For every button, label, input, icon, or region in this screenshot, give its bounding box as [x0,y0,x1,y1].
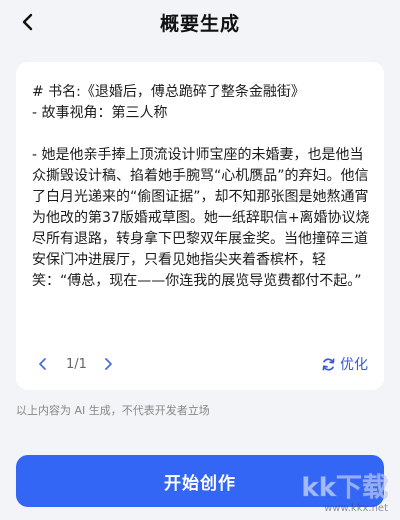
next-page-button[interactable] [97,353,119,375]
prev-page-button[interactable] [32,353,54,375]
optimize-button[interactable]: 优化 [321,354,368,374]
page-title: 概要生成 [159,12,240,35]
summary-text: # 书名:《退婚后，傅总跪碎了整条金融街》 - 故事视角：第三人称 - 她是他亲… [32,84,370,289]
refresh-icon [322,357,335,371]
chevron-right-icon [105,358,112,370]
chevron-left-icon [39,358,46,370]
chevron-left-icon [22,13,33,31]
pager: 1/1 [32,353,119,375]
back-button[interactable] [14,8,42,36]
ai-disclaimer: 以上内容为 AI 生成，不代表开发者立场 [16,404,210,417]
page-indicator: 1/1 [66,356,87,372]
card-footer: 1/1 优化 [16,338,384,390]
optimize-label: 优化 [340,357,368,373]
summary-card: # 书名:《退婚后，傅总跪碎了整条金融街》 - 故事视角：第三人称 - 她是他亲… [16,62,384,390]
header-bar: 概要生成 [0,0,400,44]
start-creation-button[interactable]: 开始创作 [16,455,384,507]
